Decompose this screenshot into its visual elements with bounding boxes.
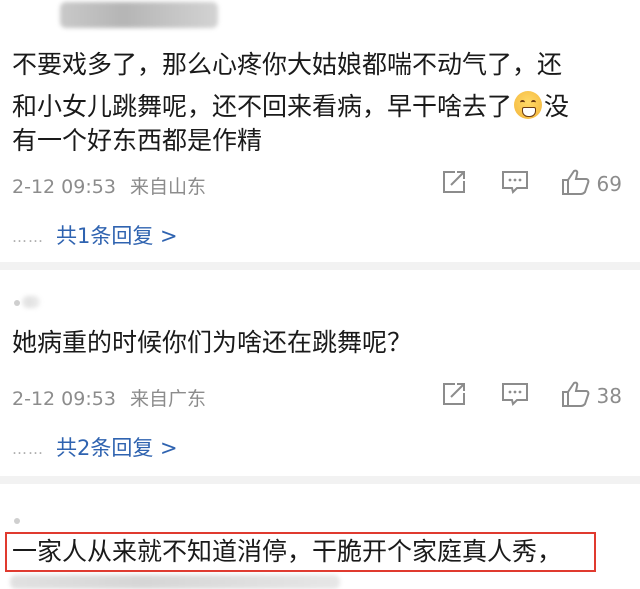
comment-1-line-1: 不要戏多了，那么心疼你大姑娘都喘不动气了，还 [12, 50, 563, 79]
comment-icon[interactable] [501, 169, 529, 199]
share-icon[interactable] [441, 381, 467, 411]
comment-2-replies[interactable]: …… 共2条回复 > [12, 432, 178, 462]
comment-1-like-count: 69 [596, 172, 622, 196]
comment-2-time: 2-12 09:53 [12, 388, 116, 410]
blurred-username-2 [22, 296, 40, 308]
comment-1-location: 来自山东 [129, 176, 206, 198]
comment-1-meta: 2-12 09:53 来自山东 [12, 172, 206, 199]
comment-2-replies-link[interactable]: 共2条回复 > [56, 436, 178, 460]
thumbs-up-icon[interactable] [561, 380, 591, 412]
divider-2 [0, 476, 640, 484]
thumbs-up-icon[interactable] [561, 168, 591, 200]
comment-1-replies-link[interactable]: 共1条回复 > [56, 224, 178, 248]
comment-2-like-count: 38 [596, 384, 622, 408]
highlight-box [5, 532, 596, 572]
comment-1-line-2-text: 和小女儿跳舞呢，还不回来看病，早干啥去了 [12, 92, 513, 121]
comment-2-meta: 2-12 09:53 来自广东 [12, 384, 206, 411]
reply-dots: …… [12, 440, 44, 458]
share-icon[interactable] [441, 169, 467, 199]
comment-1-time: 2-12 09:53 [12, 176, 116, 198]
comment-2-actions: 38 [441, 380, 622, 412]
fearful-emoji-icon [514, 91, 543, 119]
comment-3-avatar [14, 518, 20, 524]
clipped-next-line [10, 575, 340, 589]
comment-2-avatar [14, 300, 20, 306]
comment-1-line-2-tail: 没 [544, 92, 570, 121]
comment-1-line-3: 有一个好东西都是作精 [12, 126, 263, 155]
comment-2-location: 来自广东 [129, 388, 206, 410]
comment-1-replies[interactable]: …… 共1条回复 > [12, 220, 178, 250]
comment-icon[interactable] [501, 381, 529, 411]
comment-1-actions: 69 [441, 168, 622, 200]
divider-1 [0, 262, 640, 270]
comment-2-line-1: 她病重的时候你们为啥还在跳舞呢？ [12, 328, 413, 357]
blurred-username-top [60, 2, 218, 28]
reply-dots: …… [12, 228, 44, 246]
